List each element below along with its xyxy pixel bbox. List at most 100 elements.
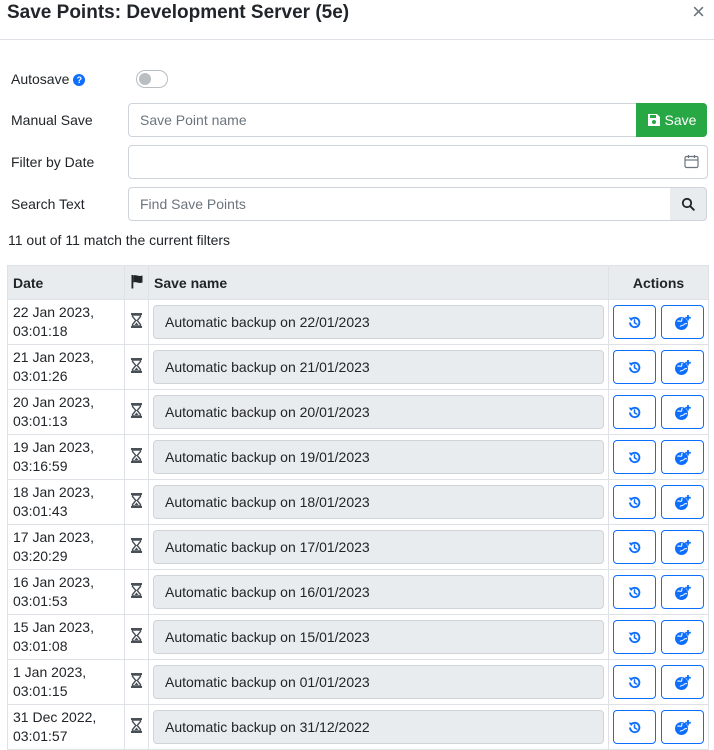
date-cell: 19 Jan 2023, 03:16:59 — [7, 434, 125, 480]
table-row: 18 Jan 2023, 03:01:43 Automatic backup o… — [7, 479, 709, 525]
hourglass-icon — [131, 493, 142, 508]
actions-group — [609, 395, 708, 429]
manual-save-field — [128, 103, 637, 137]
date-cell: 17 Jan 2023, 03:20:29 — [7, 524, 125, 570]
actions-group — [609, 575, 708, 609]
promote-button[interactable] — [661, 665, 704, 699]
promote-button[interactable] — [661, 485, 704, 519]
date-text: 18 Jan 2023, — [13, 484, 94, 500]
save-button[interactable]: Save — [636, 103, 707, 137]
autosave-toggle[interactable] — [136, 70, 168, 88]
actions-group — [609, 305, 708, 339]
promote-button[interactable] — [661, 575, 704, 609]
type-cell — [124, 434, 149, 480]
restore-icon — [628, 451, 641, 463]
search-input[interactable] — [129, 188, 670, 220]
date-text: 15 Jan 2023, — [13, 619, 94, 635]
restore-button[interactable] — [613, 305, 656, 339]
save-point-name-input[interactable] — [129, 104, 636, 136]
hourglass-icon — [131, 313, 142, 328]
hourglass-icon — [131, 718, 142, 733]
save-name-cell: Automatic backup on 19/01/2023 — [148, 434, 609, 480]
modal-title: Save Points: Development Server (5e) — [7, 2, 350, 23]
save-button-label: Save — [664, 112, 697, 128]
promote-button[interactable] — [661, 620, 704, 654]
search-icon — [681, 197, 695, 211]
actions-cell — [608, 569, 709, 615]
save-name-cell: Automatic backup on 20/01/2023 — [148, 389, 609, 435]
search-field — [128, 187, 671, 221]
restore-button[interactable] — [613, 575, 656, 609]
date-cell: 16 Jan 2023, 03:01:53 — [7, 569, 125, 615]
save-name-field[interactable]: Automatic backup on 17/01/2023 — [153, 530, 604, 564]
restore-button[interactable] — [613, 620, 656, 654]
actions-cell — [608, 389, 709, 435]
promote-button[interactable] — [661, 530, 704, 564]
calendar-icon[interactable] — [684, 154, 699, 169]
restore-icon — [628, 406, 641, 418]
table-row: 22 Jan 2023, 03:01:18 Automatic backup o… — [7, 299, 709, 345]
type-cell — [124, 659, 149, 705]
restore-button[interactable] — [613, 665, 656, 699]
promote-button[interactable] — [661, 440, 704, 474]
date-cell: 31 Dec 2022, 03:01:57 — [7, 704, 125, 750]
restore-button[interactable] — [613, 485, 656, 519]
type-cell — [124, 524, 149, 570]
time-text: 03:01:57 — [13, 728, 68, 744]
actions-group — [609, 710, 708, 744]
save-name-field[interactable]: Automatic backup on 31/12/2022 — [153, 710, 604, 744]
save-name-field[interactable]: Automatic backup on 15/01/2023 — [153, 620, 604, 654]
search-button[interactable] — [670, 187, 707, 221]
actions-cell — [608, 659, 709, 705]
type-cell — [124, 614, 149, 660]
date-text: 31 Dec 2022, — [13, 709, 97, 725]
restore-button[interactable] — [613, 710, 656, 744]
hourglass-icon — [131, 403, 142, 418]
save-name-field[interactable]: Automatic backup on 01/01/2023 — [153, 665, 604, 699]
promote-button[interactable] — [661, 350, 704, 384]
actions-cell — [608, 344, 709, 390]
save-name-field[interactable]: Automatic backup on 21/01/2023 — [153, 350, 604, 384]
date-column-header[interactable]: Date — [7, 265, 125, 300]
flag-icon — [131, 274, 142, 288]
actions-cell — [608, 479, 709, 525]
type-column-header — [124, 265, 149, 300]
save-name-field[interactable]: Automatic backup on 16/01/2023 — [153, 575, 604, 609]
restore-button[interactable] — [613, 440, 656, 474]
save-name-column-header[interactable]: Save name — [148, 265, 609, 300]
modal-header: Save Points: Development Server (5e) × — [0, 0, 714, 40]
date-text: 19 Jan 2023, — [13, 439, 94, 455]
filter-date-field — [128, 145, 708, 179]
promote-button[interactable] — [661, 305, 704, 339]
promote-button[interactable] — [661, 395, 704, 429]
restore-button[interactable] — [613, 350, 656, 384]
save-name-cell: Automatic backup on 17/01/2023 — [148, 524, 609, 570]
help-icon[interactable]: ? — [73, 74, 86, 86]
restore-button[interactable] — [613, 395, 656, 429]
date-cell: 15 Jan 2023, 03:01:08 — [7, 614, 125, 660]
type-cell — [124, 299, 149, 345]
toggle-knob — [139, 73, 151, 85]
floppy-disk-icon — [647, 114, 660, 126]
promote-button[interactable] — [661, 710, 704, 744]
autosave-label: Autosave? — [11, 71, 86, 87]
save-name-field[interactable]: Automatic backup on 19/01/2023 — [153, 440, 604, 474]
save-name-cell: Automatic backup on 16/01/2023 — [148, 569, 609, 615]
save-name-field[interactable]: Automatic backup on 22/01/2023 — [153, 305, 604, 339]
globe-plus-icon — [674, 584, 691, 600]
save-name-field[interactable]: Automatic backup on 20/01/2023 — [153, 395, 604, 429]
close-button[interactable]: × — [692, 0, 705, 24]
type-cell — [124, 389, 149, 435]
autosave-label-text: Autosave — [11, 71, 70, 87]
type-cell — [124, 479, 149, 525]
actions-cell — [608, 434, 709, 480]
restore-button[interactable] — [613, 530, 656, 564]
actions-cell — [608, 704, 709, 750]
hourglass-icon — [131, 583, 142, 598]
globe-plus-icon — [674, 314, 691, 330]
actions-group — [609, 440, 708, 474]
filter-date-input[interactable] — [129, 146, 707, 178]
date-text: 1 Jan 2023, — [13, 664, 87, 680]
globe-plus-icon — [674, 359, 691, 375]
save-name-field[interactable]: Automatic backup on 18/01/2023 — [153, 485, 604, 519]
